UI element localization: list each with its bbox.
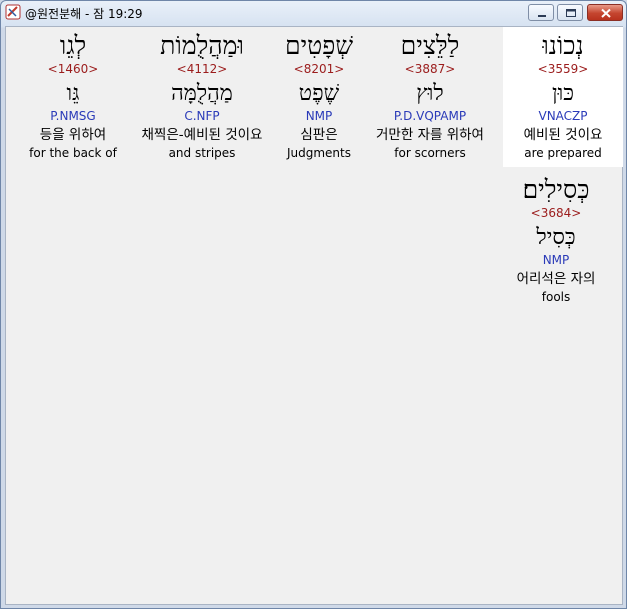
parsing-code: NMP: [542, 253, 570, 267]
maximize-button[interactable]: [557, 4, 583, 21]
app-logo-icon: [5, 4, 21, 20]
parsing-code: NMP: [305, 109, 333, 123]
minimize-icon: [538, 15, 546, 17]
strong-number[interactable]: <8201>: [259, 61, 379, 77]
strong-number[interactable]: <1460>: [13, 61, 133, 77]
close-icon: [601, 8, 611, 18]
hebrew-root: מַהֲלֻמָּה: [171, 81, 233, 106]
strong-number[interactable]: <4112>: [142, 61, 262, 77]
korean-gloss: 거만한 자를 위하여: [376, 127, 484, 143]
word-card-6[interactable]: כְּסִילִים׃ <3684> כְּסִיל NMP 어리석은 자의 f…: [496, 171, 616, 311]
word-card-1[interactable]: נְכוֹנוּ <3559> כּוּן VNACZP 예비된 것이요 are…: [503, 27, 623, 167]
strong-number[interactable]: <3684>: [496, 205, 616, 221]
parsing-code: P.NMSG: [50, 109, 96, 123]
parsing-code: VNACZP: [538, 109, 588, 123]
english-gloss: for scorners: [394, 146, 466, 160]
hebrew-root: לוּץ: [416, 81, 444, 106]
strong-number[interactable]: <3887>: [370, 61, 490, 77]
parsing-code: C.NFP: [184, 109, 220, 123]
korean-gloss: 심판은: [300, 127, 338, 143]
english-gloss: fools: [541, 290, 571, 304]
app-window: @원전분해 - 잠 19:29 נְכוֹנוּ <3559> כּוּן VN…: [0, 0, 627, 609]
hebrew-word: לְגֵו: [59, 31, 87, 60]
maximize-icon: [566, 9, 576, 17]
hebrew-root: כּוּן: [552, 81, 574, 106]
hebrew-root: גֵּו: [66, 81, 80, 106]
strong-number[interactable]: <3559>: [503, 61, 623, 77]
word-analysis-panel[interactable]: נְכוֹנוּ <3559> כּוּן VNACZP 예비된 것이요 are…: [5, 26, 623, 605]
window-title: @원전분해 - 잠 19:29: [25, 7, 143, 21]
korean-gloss: 등을 위하여: [39, 127, 107, 143]
word-card-2[interactable]: לַלֵּצִים <3887> לוּץ P.D.VQPAMP 거만한 자를 …: [370, 27, 490, 167]
hebrew-word: וּמַהֲלֻמוֹת: [160, 31, 244, 60]
english-gloss: and stripes: [168, 146, 236, 160]
hebrew-word: כְּסִילִים׃: [522, 175, 590, 204]
korean-gloss: 예비된 것이요: [523, 127, 603, 143]
word-card-3[interactable]: שְׁפָטִים <8201> שֶׁפֶט NMP 심판은 Judgment…: [259, 27, 379, 167]
hebrew-root: כְּסִיל: [536, 225, 576, 250]
hebrew-word: נְכוֹנוּ: [542, 31, 584, 60]
close-button[interactable]: [587, 4, 623, 21]
english-gloss: are prepared: [524, 146, 602, 160]
minimize-button[interactable]: [528, 4, 554, 21]
hebrew-word: לַלֵּצִים: [400, 31, 460, 60]
parsing-code: P.D.VQPAMP: [393, 109, 467, 123]
english-gloss: Judgments: [286, 146, 351, 160]
english-gloss: for the back of: [29, 146, 117, 160]
title-bar[interactable]: @원전분해 - 잠 19:29: [1, 1, 626, 25]
hebrew-word: שְׁפָטִים: [284, 31, 354, 60]
korean-gloss: 어리석은 자의: [516, 271, 596, 287]
word-card-5[interactable]: לְגֵו <1460> גֵּו P.NMSG 등을 위하여 for the …: [13, 27, 133, 167]
word-card-4[interactable]: וּמַהֲלֻמוֹת <4112> מַהֲלֻמָּה C.NFP 채찍은…: [142, 27, 263, 167]
korean-gloss: 채찍은-예비된 것이요: [141, 127, 263, 143]
hebrew-root: שֶׁפֶט: [298, 81, 340, 106]
